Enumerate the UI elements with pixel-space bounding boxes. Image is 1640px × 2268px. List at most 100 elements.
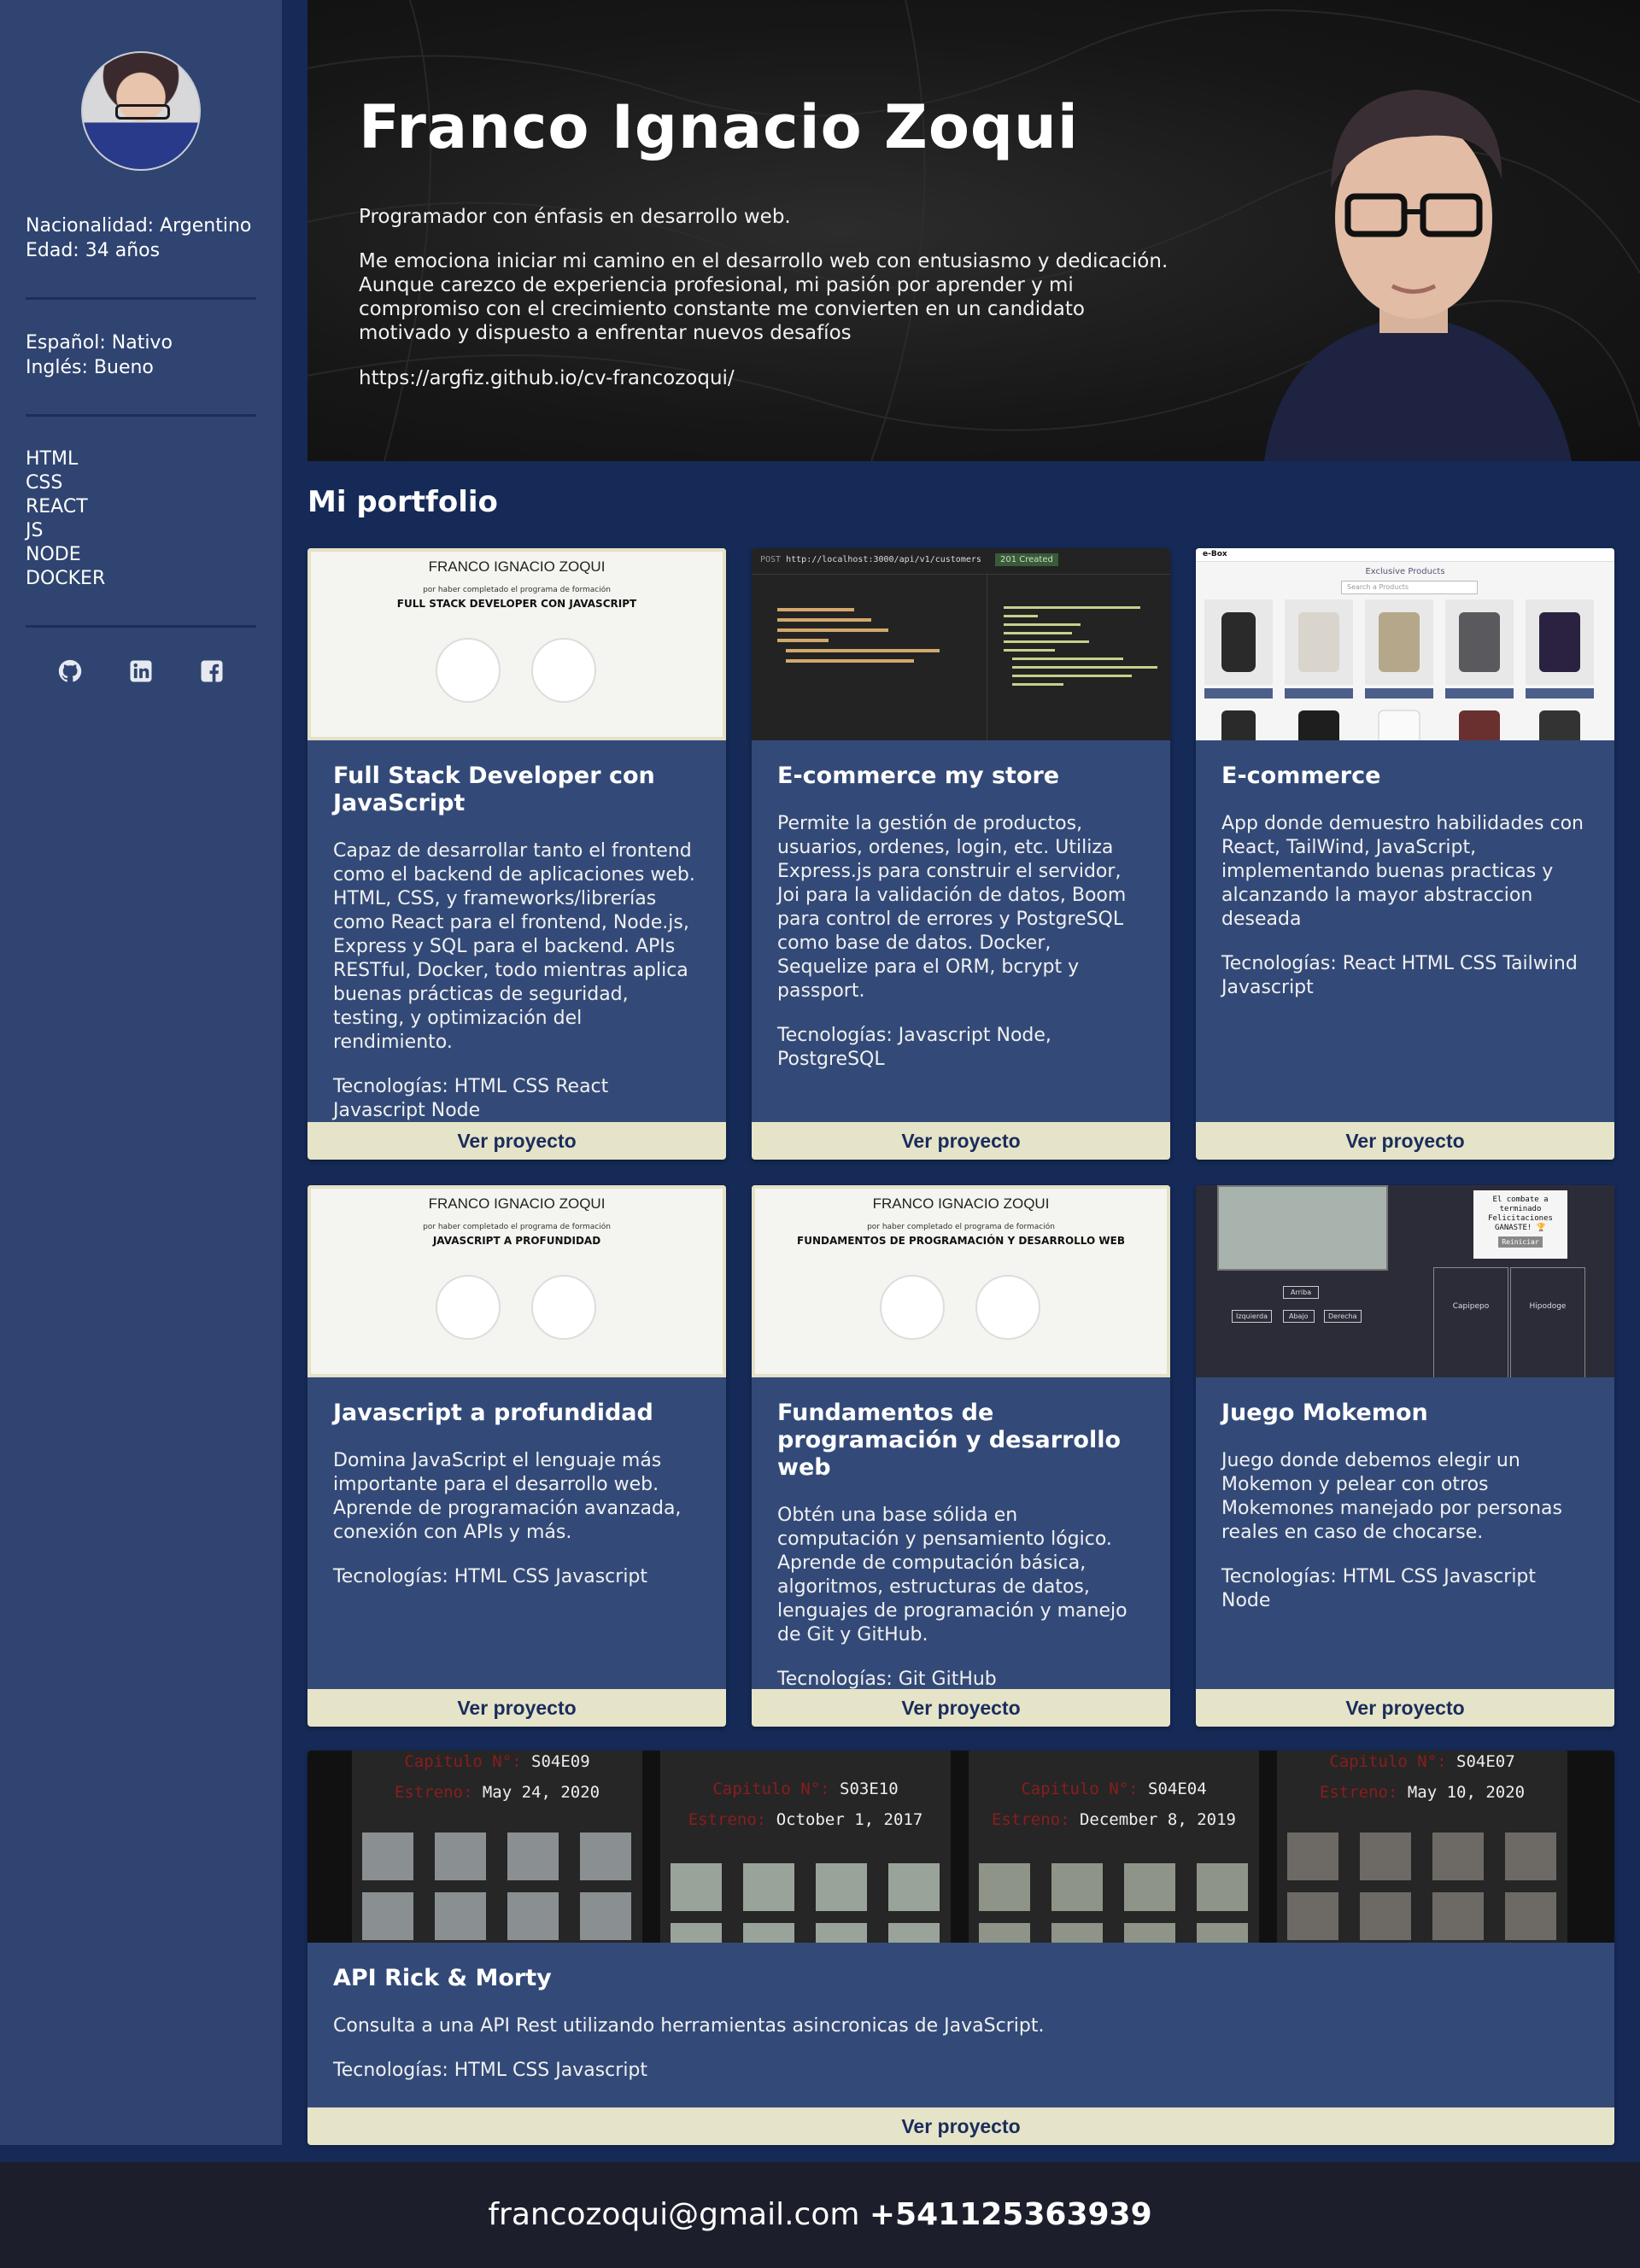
reset-button[interactable]: Reiniciar	[1498, 1236, 1543, 1248]
skill-item: JS	[26, 520, 44, 541]
episode-label: Capitulo N°:	[404, 1752, 522, 1771]
seal-icon	[436, 638, 501, 703]
skill-item: DOCKER	[26, 568, 106, 589]
status-badge: 201 Created	[995, 553, 1058, 566]
sidebar: Nacionalidad: Argentino Edad: 34 años Es…	[0, 0, 282, 2145]
episode-code: S04E07	[1456, 1752, 1515, 1771]
view-project-button[interactable]: Ver proyecto	[308, 1122, 726, 1160]
episode-card: Capitulo N°: S03E10 Estreno: October 1, …	[660, 1751, 951, 1943]
store-heading: Exclusive Products	[1365, 567, 1445, 576]
project-card: Capitulo N°: S04E09 Estreno: May 24, 202…	[308, 1751, 1614, 2145]
seal-icon	[880, 1275, 945, 1340]
store-search: Search a Products	[1341, 581, 1478, 594]
view-project-button[interactable]: Ver proyecto	[752, 1689, 1170, 1727]
episode-code: S04E04	[1148, 1780, 1207, 1798]
language-level: Nativo	[111, 332, 173, 354]
project-thumbnail: POST http://localhost:3000/api/v1/custom…	[752, 548, 1170, 740]
up-button[interactable]: Arriba	[1283, 1286, 1320, 1299]
air-date: December 8, 2019	[1079, 1810, 1236, 1829]
skill-item: HTML	[26, 448, 79, 470]
down-button[interactable]: Abajo	[1283, 1310, 1315, 1323]
project-title: API Rick & Morty	[333, 1965, 552, 1991]
project-thumbnail: FRANCO IGNACIO ZOQUI por haber completad…	[308, 1185, 726, 1377]
project-card: El combate a terminado Felicitaciones GA…	[1196, 1185, 1614, 1727]
project-card: FRANCO IGNACIO ZOQUI por haber completad…	[308, 1185, 726, 1727]
tech-label: Tecnologías:	[333, 1566, 448, 1587]
platzi-icon	[975, 1275, 1040, 1340]
project-card: POST http://localhost:3000/api/v1/custom…	[752, 548, 1170, 1160]
hero-banner: Franco Ignacio Zoqui Programador con énf…	[308, 0, 1640, 461]
divider	[26, 414, 256, 417]
air-date-label: Estreno:	[1319, 1783, 1398, 1802]
hero-portrait	[1264, 90, 1572, 461]
right-button[interactable]: Derecha	[1324, 1310, 1362, 1323]
player-mokemon: Capipepo	[1433, 1267, 1508, 1377]
linkedin-icon[interactable]	[128, 658, 154, 684]
age-label: Edad:	[26, 240, 79, 261]
tech-list: HTML CSS Javascript	[454, 1566, 648, 1587]
cert-title: FRANCO IGNACIO ZOQUI	[428, 558, 606, 575]
tech-list: Git GitHub	[898, 1669, 997, 1690]
project-title: Fundamentos de programación y desarrollo…	[777, 1400, 1122, 1481]
product-grid	[1204, 599, 1594, 740]
project-tech: Tecnologías: HTML CSS React Javascript N…	[333, 1075, 700, 1123]
platzi-icon	[531, 1275, 596, 1340]
personal-info: Nacionalidad: Argentino Edad: 34 años	[26, 213, 256, 263]
enemy-mokemon: Hipodoge	[1510, 1267, 1585, 1377]
episode-card: Capitulo N°: S04E07 Estreno: May 10, 202…	[1277, 1751, 1567, 1943]
project-description: Permite la gestión de productos, usuario…	[777, 813, 1127, 1002]
air-date: May 24, 2020	[482, 1783, 600, 1802]
episode-code: S03E10	[840, 1780, 899, 1798]
project-description: Obtén una base sólida en computación y p…	[777, 1505, 1128, 1645]
project-card: FRANCO IGNACIO ZOQUI por haber completad…	[752, 1185, 1170, 1727]
project-tech: Tecnologías: HTML CSS Javascript Node	[1221, 1565, 1589, 1613]
left-button[interactable]: Izquierda	[1232, 1310, 1272, 1323]
view-project-button[interactable]: Ver proyecto	[308, 1689, 726, 1727]
hero-tagline: Programador con énfasis en desarrollo we…	[359, 206, 791, 228]
cert-name: JAVASCRIPT A PROFUNDIDAD	[432, 1235, 601, 1247]
episode-label: Capitulo N°:	[1021, 1780, 1139, 1798]
project-description: Juego donde debemos elegir un Mokemon y …	[1221, 1450, 1562, 1543]
air-date-label: Estreno:	[688, 1810, 767, 1829]
language-level: Bueno	[93, 357, 154, 378]
cert-name: FUNDAMENTOS DE PROGRAMACIÓN Y DESARROLLO…	[797, 1235, 1125, 1247]
contact-email[interactable]: francozoqui@gmail.com	[488, 2197, 859, 2232]
avatar	[81, 51, 201, 171]
request-body	[760, 599, 965, 736]
air-date: October 1, 2017	[776, 1810, 923, 1829]
facebook-icon[interactable]	[199, 658, 225, 684]
project-title: Javascript a profundidad	[333, 1400, 653, 1426]
store-logo: e-Box	[1196, 548, 1614, 562]
divider	[26, 625, 256, 628]
episode-label: Capitulo N°:	[1329, 1752, 1447, 1771]
nationality-value: Argentino	[160, 215, 252, 237]
hero-url[interactable]: https://argfiz.github.io/cv-francozoqui/	[359, 366, 1179, 390]
project-tech: Tecnologías: Git GitHub	[777, 1668, 1145, 1692]
language-label: Español:	[26, 332, 106, 354]
project-description: App donde demuestro habilidades con Reac…	[1221, 813, 1584, 930]
tech-label: Tecnologías:	[777, 1669, 893, 1690]
age-value: 34 años	[85, 240, 161, 261]
hero-name: Franco Ignacio Zoqui	[359, 92, 1079, 162]
seal-icon	[436, 1275, 501, 1340]
contact-phone[interactable]: +541125363939	[870, 2197, 1152, 2232]
skills-list: HTML CSS REACT JS NODE DOCKER	[26, 447, 256, 591]
cert-name: FULL STACK DEVELOPER CON JAVASCRIPT	[396, 598, 637, 610]
github-icon[interactable]	[57, 658, 83, 684]
skill-item: CSS	[26, 472, 63, 494]
view-project-button[interactable]: Ver proyecto	[1196, 1689, 1614, 1727]
portfolio-title: Mi portfolio	[308, 485, 498, 519]
project-tech: Tecnologías: HTML CSS Javascript	[333, 1565, 700, 1589]
response-body	[995, 599, 1166, 731]
cert-subtitle: por haber completado el programa de form…	[423, 586, 611, 594]
project-title: E-commerce	[1221, 763, 1381, 789]
project-title: Juego Mokemon	[1221, 1400, 1428, 1426]
skill-item: REACT	[26, 496, 88, 517]
project-thumbnail: e-Box Exclusive Products Search a Produc…	[1196, 548, 1614, 740]
tech-label: Tecnologías:	[1221, 953, 1337, 974]
episode-label: Capitulo N°:	[712, 1780, 830, 1798]
view-project-button[interactable]: Ver proyecto	[752, 1122, 1170, 1160]
view-project-button[interactable]: Ver proyecto	[308, 2107, 1614, 2145]
episode-card: Capitulo N°: S04E09 Estreno: May 24, 202…	[352, 1751, 642, 1943]
view-project-button[interactable]: Ver proyecto	[1196, 1122, 1614, 1160]
